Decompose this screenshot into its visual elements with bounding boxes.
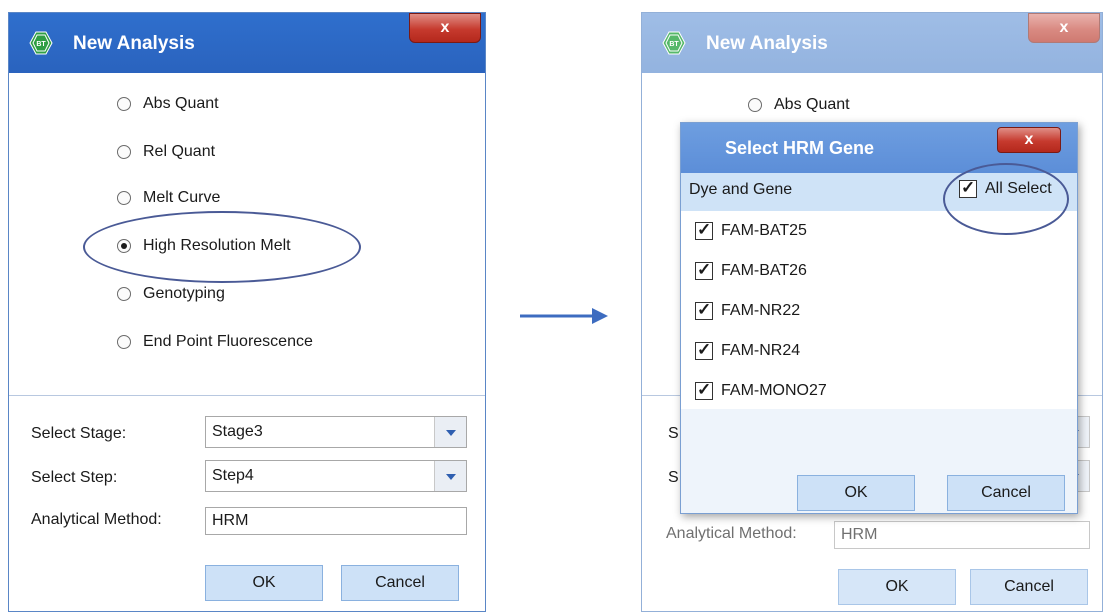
close-icon: x — [440, 19, 450, 36]
svg-text:BT: BT — [36, 41, 46, 48]
close-icon: x — [1024, 131, 1034, 148]
radio-label: Abs Quant — [143, 95, 219, 112]
cancel-button[interactable]: Cancel — [947, 475, 1065, 511]
close-button[interactable]: x — [1028, 13, 1100, 43]
gene-label: FAM-NR22 — [721, 302, 801, 319]
select-step-combobox[interactable]: Step4 — [205, 460, 467, 492]
dialog-title: New Analysis — [73, 33, 195, 54]
select-stage-label: Select Stage: — [31, 425, 127, 442]
select-hrm-gene-dialog: Select HRM Gene x Dye and Gene All Selec… — [680, 122, 1078, 514]
radio-abs-quant[interactable]: Abs Quant — [748, 92, 850, 118]
analytical-method-label: Analytical Method: — [31, 511, 162, 528]
cancel-button[interactable]: Cancel — [341, 565, 459, 601]
analytical-method-label: Analytical Method: — [666, 525, 797, 542]
select-step-label: S — [668, 469, 679, 486]
checkbox-checked-icon — [695, 220, 713, 240]
ok-button[interactable]: OK — [838, 569, 956, 605]
radio-melt-curve[interactable]: Melt Curve — [117, 185, 220, 211]
dye-and-gene-header: Dye and Gene — [689, 181, 793, 198]
title-bar: BT New Analysis x — [642, 13, 1102, 73]
gene-label: FAM-NR24 — [721, 342, 801, 359]
chevron-down-icon[interactable] — [434, 417, 466, 447]
radio-label: End Point Fluorescence — [143, 333, 313, 350]
analytical-method-field[interactable]: HRM — [834, 521, 1090, 549]
checkbox-checked-icon — [695, 380, 713, 400]
gene-label: FAM-MONO27 — [721, 382, 827, 399]
radio-end-point-fluorescence[interactable]: End Point Fluorescence — [117, 329, 313, 355]
analytical-method-field[interactable]: HRM — [205, 507, 467, 535]
radio-icon — [117, 287, 131, 301]
radio-icon — [748, 98, 762, 112]
radio-icon — [117, 335, 131, 349]
radio-rel-quant[interactable]: Rel Quant — [117, 139, 215, 165]
highlight-ellipse — [943, 163, 1069, 235]
radio-icon — [117, 145, 131, 159]
radio-icon — [117, 97, 131, 111]
checkbox-checked-icon — [695, 300, 713, 320]
close-button[interactable]: x — [997, 127, 1061, 153]
analytical-method-value: HRM — [841, 526, 878, 543]
radio-abs-quant[interactable]: Abs Quant — [117, 91, 219, 117]
select-step-label: Select Step: — [31, 469, 118, 486]
highlight-ellipse — [83, 211, 361, 283]
analytical-method-value: HRM — [212, 512, 249, 529]
chevron-down-icon[interactable] — [434, 461, 466, 491]
gene-item-fam-bat26[interactable]: FAM-BAT26 — [695, 259, 807, 283]
gene-label: FAM-BAT25 — [721, 222, 807, 239]
select-stage-label: S — [668, 425, 679, 442]
select-stage-value: Stage3 — [212, 423, 263, 440]
select-stage-combobox[interactable]: Stage3 — [205, 416, 467, 448]
svg-text:BT: BT — [669, 41, 679, 48]
radio-label: Genotyping — [143, 285, 225, 302]
checkbox-checked-icon — [695, 340, 713, 360]
ok-button[interactable]: OK — [205, 565, 323, 601]
gene-item-fam-nr24[interactable]: FAM-NR24 — [695, 339, 800, 363]
radio-label: Rel Quant — [143, 143, 216, 160]
select-step-value: Step4 — [212, 467, 254, 484]
title-bar: BT New Analysis x — [9, 13, 485, 73]
divider — [9, 395, 485, 396]
gene-item-fam-mono27[interactable]: FAM-MONO27 — [695, 379, 827, 403]
right-arrow-icon — [520, 308, 608, 324]
radio-icon — [117, 191, 131, 205]
gene-item-fam-nr22[interactable]: FAM-NR22 — [695, 299, 800, 323]
radio-genotyping[interactable]: Genotyping — [117, 281, 225, 307]
radio-label: Melt Curve — [143, 189, 221, 206]
app-logo-icon: BT — [662, 31, 686, 55]
close-icon: x — [1059, 19, 1069, 36]
dialog-title: New Analysis — [706, 33, 828, 54]
radio-label: Abs Quant — [774, 96, 850, 113]
gene-label: FAM-BAT26 — [721, 262, 807, 279]
app-logo-icon: BT — [29, 31, 53, 55]
new-analysis-dialog-left: BT New Analysis x Abs Quant Rel Quant Me… — [8, 12, 486, 612]
ok-button[interactable]: OK — [797, 475, 915, 511]
gene-item-fam-bat25[interactable]: FAM-BAT25 — [695, 219, 807, 243]
close-button[interactable]: x — [409, 13, 481, 43]
checkbox-checked-icon — [695, 260, 713, 280]
dialog-title: Select HRM Gene — [725, 138, 875, 158]
cancel-button[interactable]: Cancel — [970, 569, 1088, 605]
